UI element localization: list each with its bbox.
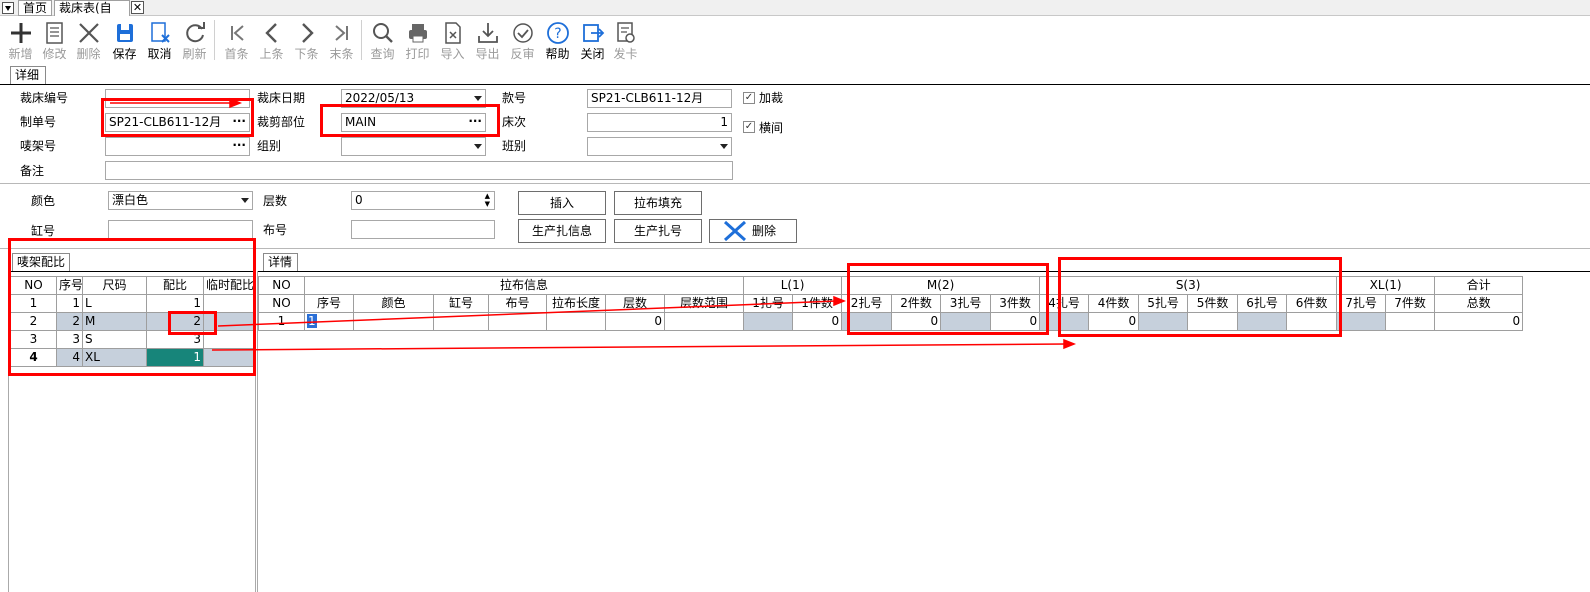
annotation-arrows <box>110 97 1077 351</box>
